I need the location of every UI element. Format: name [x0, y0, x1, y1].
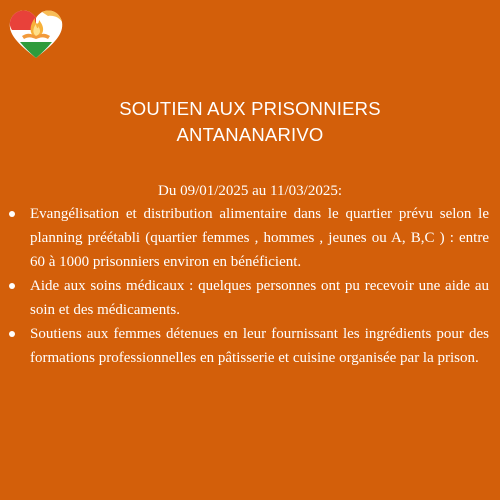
bullet-icon: [9, 283, 15, 289]
period-line: Du 09/01/2025 au 11/03/2025:: [157, 183, 343, 199]
list-item: Evangélisation et distribution alimentai…: [9, 202, 489, 274]
list-item: Aide aux soins médicaux : quelques perso…: [9, 274, 489, 322]
bullet-icon: [9, 331, 15, 337]
heart-flame-logo-icon: [6, 4, 66, 62]
list-item-text: Aide aux soins médicaux : quelques perso…: [30, 278, 489, 318]
activity-list: Evangélisation et distribution alimentai…: [9, 202, 489, 370]
page-title: SOUTIEN AUX PRISONNIERS ANTANANARIVO: [0, 96, 500, 148]
bullet-icon: [9, 211, 15, 217]
title-line-1: SOUTIEN AUX PRISONNIERS: [119, 98, 381, 119]
list-item: Soutiens aux femmes détenues en leur fou…: [9, 322, 489, 370]
list-item-text: Evangélisation et distribution alimentai…: [30, 206, 489, 270]
title-line-2: ANTANANARIVO: [176, 124, 324, 145]
list-item-text: Soutiens aux femmes détenues en leur fou…: [30, 326, 489, 366]
